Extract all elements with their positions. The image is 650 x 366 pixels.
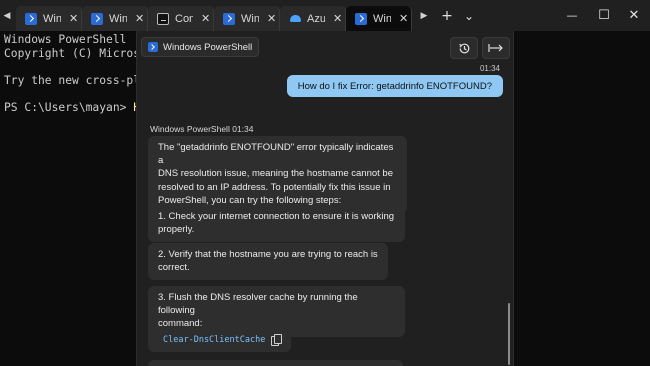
bot-name: Windows PowerShell (150, 124, 230, 134)
bot-message-meta: Windows PowerShell 01:34 (150, 124, 254, 134)
powershell-icon (25, 12, 37, 25)
user-message-time: 01:34 (479, 64, 500, 73)
bot-step-bubble: 1. Check your internet connection to ens… (148, 205, 405, 243)
powershell-icon (355, 12, 367, 25)
tab-label: Windo (109, 12, 127, 25)
bot-text-line: 1. Check your internet connection to ens… (158, 211, 395, 222)
panel-header-chip[interactable]: Windows PowerShell (141, 37, 260, 57)
tab-powershell-3[interactable]: Windo ✕ (214, 6, 280, 31)
tab-label: Azure (307, 12, 325, 25)
powershell-icon (148, 42, 158, 52)
tab-command-prompt[interactable]: Comm ✕ (148, 6, 214, 31)
tab-dropdown-icon[interactable]: ⌄ (458, 0, 480, 31)
tab-close-icon[interactable]: ✕ (267, 12, 276, 25)
tab-label: Windo (373, 12, 391, 25)
bot-text-line: 2. Verify that the hostname you are tryi… (158, 249, 378, 260)
minimize-button[interactable]: — (556, 0, 588, 31)
tab-powershell-active[interactable]: Windo ✕ (346, 6, 412, 31)
bot-text-line: 3. Flush the DNS resolver cache by runni… (158, 292, 358, 317)
bot-text-line: properly. (158, 224, 195, 236)
tab-scroll-left-icon[interactable]: ◀ (0, 0, 14, 31)
new-tab-button[interactable]: + (436, 0, 458, 31)
terminal-prompt: PS C:\Users\mayan> (4, 100, 134, 114)
tab-label: Windo (241, 12, 259, 25)
tab-label: Windo (43, 12, 61, 25)
tab-close-icon[interactable]: ✕ (333, 12, 342, 25)
tab-powershell-2[interactable]: Windo ✕ (82, 6, 148, 31)
tab-bar: ◀ Windo ✕ Windo ✕ Comm ✕ Windo ✕ Azure ✕… (0, 0, 650, 31)
copy-icon[interactable] (271, 334, 283, 346)
bot-intro-bubble: The "getaddrinfo ENOTFOUND" error typica… (148, 136, 407, 214)
tab-close-icon[interactable]: ✕ (135, 12, 144, 25)
tab-powershell-1[interactable]: Windo ✕ (16, 6, 82, 31)
tab-close-icon[interactable]: ✕ (69, 12, 78, 25)
close-window-button[interactable]: ✕ (618, 0, 650, 31)
tab-azure-cloud-shell[interactable]: Azure ✕ (280, 6, 346, 31)
user-message-bubble: How do I fix Error: getaddrinfo ENOTFOUN… (286, 75, 503, 97)
bot-text-line: correct. (158, 262, 190, 274)
expand-button[interactable] (482, 37, 510, 59)
chat-panel: Windows PowerShell 01:34 How do I fix Er… (136, 31, 514, 366)
azure-cloud-shell-icon (289, 13, 301, 25)
panel-header-label: Windows PowerShell (163, 41, 253, 53)
bot-message-time: 01:34 (232, 124, 254, 134)
history-icon (458, 43, 469, 53)
bot-step-bubble (148, 360, 403, 366)
code-text: Clear-DnsClientCache (163, 334, 266, 345)
bot-step-bubble: 2. Verify that the hostname you are tryi… (148, 243, 388, 281)
tab-label: Comm (175, 12, 193, 25)
bot-text-line: resolved to an IP address. To potentiall… (158, 181, 391, 193)
bot-text-line: DNS resolution issue, meaning the hostna… (158, 168, 393, 180)
code-snippet: Clear-DnsClientCache (148, 327, 291, 352)
tab-scroll-right-icon[interactable]: ▶ (412, 0, 436, 31)
command-prompt-icon (157, 12, 169, 25)
powershell-icon (223, 12, 235, 25)
tab-close-icon[interactable]: ✕ (201, 12, 210, 25)
history-button[interactable] (450, 37, 478, 59)
powershell-icon (91, 12, 103, 25)
expand-arrows-icon (488, 44, 503, 52)
bot-text-line: The "getaddrinfo ENOTFOUND" error typica… (158, 142, 394, 167)
tab-close-icon[interactable]: ✕ (399, 12, 408, 25)
maximize-button[interactable]: ☐ (588, 0, 620, 31)
scrollbar[interactable] (508, 303, 510, 365)
